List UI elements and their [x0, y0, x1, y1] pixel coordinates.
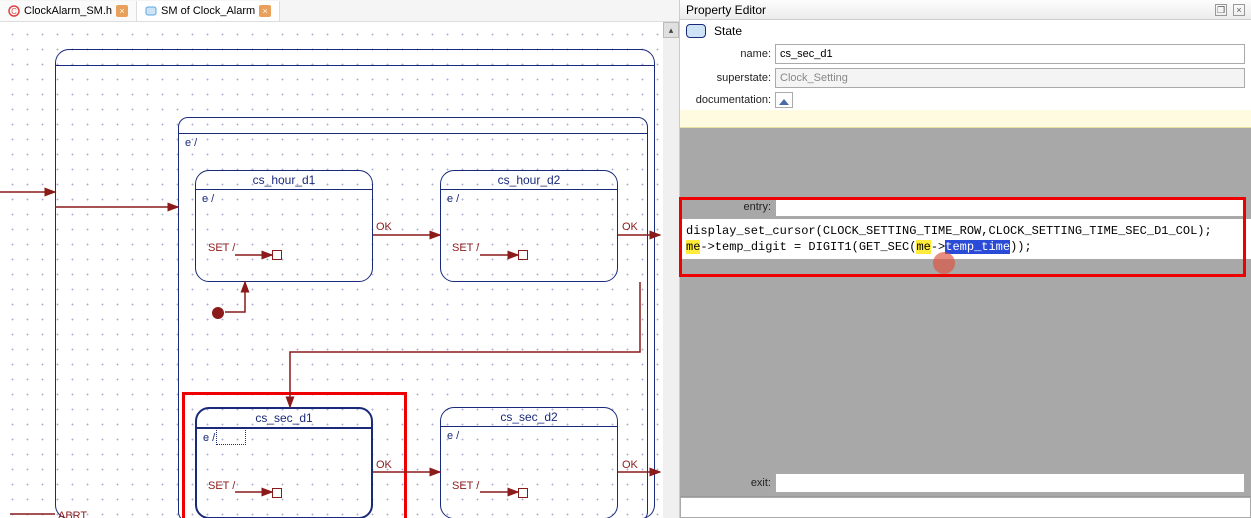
state-entry: e / [441, 427, 617, 445]
close-icon[interactable]: × [259, 5, 271, 17]
name-label: name: [686, 48, 771, 60]
tab-clockalarm-h[interactable]: C ClockAlarm_SM.h × [0, 1, 137, 21]
tab-sm-clock-alarm[interactable]: SM of Clock_Alarm × [137, 1, 280, 21]
set-label: SET / [452, 242, 479, 254]
superstate-input [775, 68, 1245, 88]
abrt-label: ABRT [58, 510, 87, 518]
tab-label: SM of Clock_Alarm [161, 5, 255, 17]
state-title: cs_hour_d1 [196, 171, 372, 190]
set-target-box [272, 488, 282, 498]
vertical-scrollbar[interactable]: ▴ [663, 22, 679, 518]
ok-label: OK [622, 459, 638, 471]
ok-label: OK [622, 221, 638, 233]
sm-file-icon [145, 5, 157, 17]
type-row: State [680, 20, 1251, 42]
set-target-box [518, 250, 528, 260]
state-cs-hour-d2[interactable]: cs_hour_d2 e / [440, 170, 618, 282]
cursor-indicator-icon [933, 252, 955, 274]
editor-gray-area: entry: display_set_cursor(CLOCK_SETTING_… [680, 110, 1251, 496]
code-me-1: me [686, 240, 700, 254]
state-cs-sec-d1[interactable]: cs_sec_d1 e / [195, 407, 373, 518]
name-input[interactable] [775, 44, 1245, 64]
c-file-icon: C [8, 5, 20, 17]
state-cs-sec-d2[interactable]: cs_sec_d2 e / [440, 407, 618, 518]
restore-icon[interactable]: ❐ [1215, 4, 1227, 16]
svg-text:C: C [11, 7, 17, 16]
type-label: State [714, 24, 742, 38]
set-target-box [272, 250, 282, 260]
superstate-label: superstate: [686, 72, 771, 84]
code-line-1: display_set_cursor(CLOCK_SETTING_TIME_RO… [686, 223, 1245, 239]
code-me-2: me [916, 240, 930, 254]
selection-indicator [216, 427, 246, 445]
entry-code-block[interactable]: display_set_cursor(CLOCK_SETTING_TIME_RO… [680, 219, 1251, 259]
state-title-bar [179, 118, 647, 134]
property-editor-header: Property Editor ❐ × [680, 0, 1251, 20]
doc-text-region[interactable] [680, 110, 1251, 128]
ok-label: OK [376, 221, 392, 233]
state-title-bar [56, 50, 654, 66]
close-icon[interactable]: × [116, 5, 128, 17]
exit-input[interactable] [775, 473, 1245, 493]
state-entry: e / [441, 190, 617, 208]
set-label: SET / [208, 242, 235, 254]
region-entry: e / [179, 134, 647, 152]
state-title: cs_sec_d1 [197, 409, 371, 429]
panel-title: Property Editor [686, 3, 766, 17]
scroll-up-icon[interactable]: ▴ [663, 22, 679, 38]
initial-state-dot[interactable] [212, 307, 224, 319]
set-target-box [518, 488, 528, 498]
state-cs-hour-d1[interactable]: cs_hour_d1 e / [195, 170, 373, 282]
documentation-label: documentation: [686, 94, 771, 106]
set-label: SET / [452, 480, 479, 492]
tab-label: ClockAlarm_SM.h [24, 5, 112, 17]
code-selection: temp_time [945, 240, 1010, 254]
entry-label: entry: [686, 201, 771, 213]
close-icon[interactable]: × [1233, 4, 1245, 16]
entry-input[interactable] [775, 197, 1245, 217]
exit-label: exit: [686, 477, 771, 489]
tab-bar: C ClockAlarm_SM.h × SM of Clock_Alarm × [0, 0, 679, 22]
state-title: cs_hour_d2 [441, 171, 617, 190]
state-type-icon [686, 24, 706, 38]
set-label: SET / [208, 480, 235, 492]
code-line-2: me->temp_digit = DIGIT1(GET_SEC(me->temp… [686, 239, 1245, 255]
exit-code-block[interactable] [680, 496, 1251, 518]
ok-label: OK [376, 459, 392, 471]
state-title: cs_sec_d2 [441, 408, 617, 427]
expand-icon[interactable] [775, 92, 793, 108]
state-entry: e / [196, 190, 372, 208]
diagram-canvas[interactable]: e / cs_hour_d1 e / SET / OK cs_hour_d2 e… [0, 22, 679, 518]
